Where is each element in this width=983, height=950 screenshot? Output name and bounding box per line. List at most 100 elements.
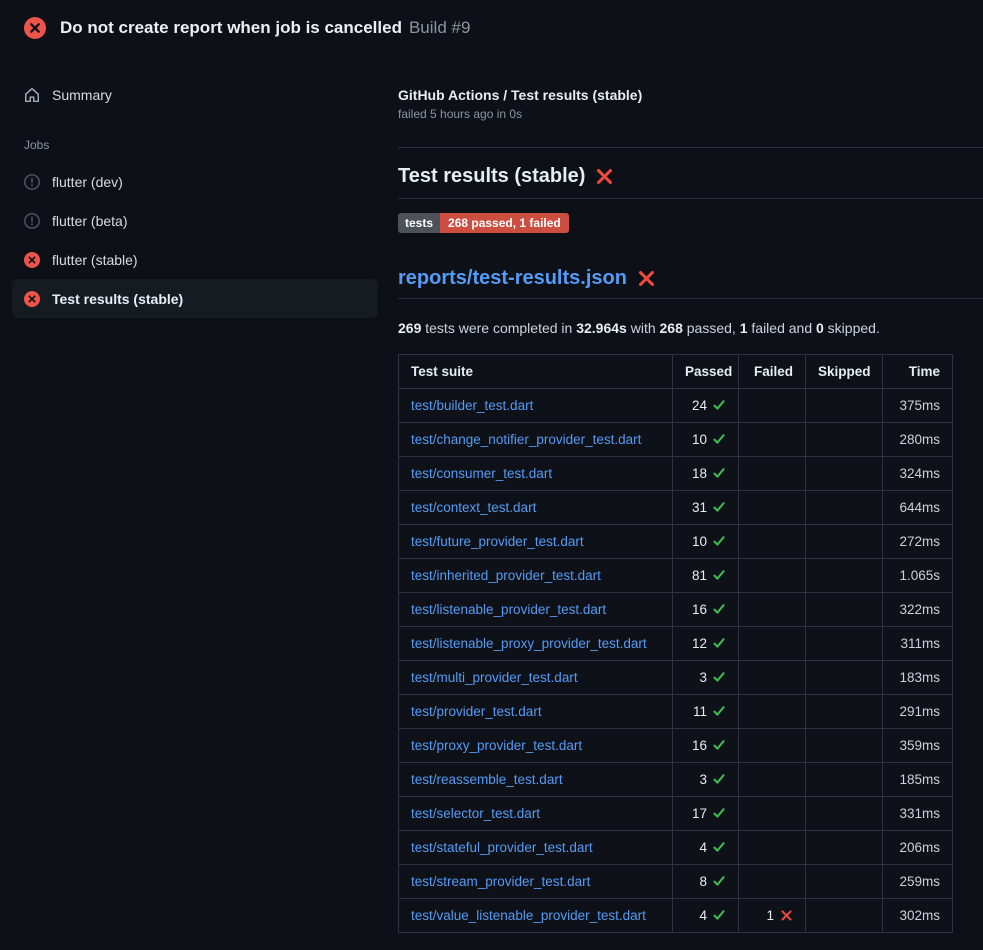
test-suite-link[interactable]: test/value_listenable_provider_test.dart [411,908,646,923]
count-cell: 3 [673,763,739,797]
test-suite-link[interactable]: test/inherited_provider_test.dart [411,568,601,583]
jobs-list: flutter (dev) flutter (beta) flutter (stab… [0,162,390,318]
count-cell: 16 [673,729,739,763]
sidebar-item-label: flutter (beta) [52,213,127,229]
check-icon [712,806,726,820]
report-file-link[interactable]: reports/test-results.json [398,267,627,290]
table-row: test/selector_test.dart17331ms [399,797,953,831]
table-row: test/value_listenable_provider_test.dart… [399,899,953,933]
count-cell [739,593,806,627]
test-suite-link[interactable]: test/multi_provider_test.dart [411,670,578,685]
count-cell [806,797,883,831]
check-icon [712,466,726,480]
check-icon [712,840,726,854]
table-row: test/multi_provider_test.dart3183ms [399,661,953,695]
table-row: test/listenable_proxy_provider_test.dart… [399,627,953,661]
count-cell [806,865,883,899]
count-cell [806,729,883,763]
sidebar-item-flutter-stable[interactable]: flutter (stable) [12,240,378,279]
test-suite-link[interactable]: test/proxy_provider_test.dart [411,738,582,753]
table-row: test/proxy_provider_test.dart16359ms [399,729,953,763]
test-suite-link[interactable]: test/consumer_test.dart [411,466,552,481]
sidebar-item-flutter-beta[interactable]: flutter (beta) [12,201,378,240]
count-cell: 18 [673,457,739,491]
home-icon [24,87,40,103]
test-suite-link[interactable]: test/builder_test.dart [411,398,533,413]
count-value: 24 [692,398,707,413]
check-icon [712,636,726,650]
suite-cell: test/multi_provider_test.dart [399,661,673,695]
count-cell: 4 [673,899,739,933]
sidebar-item-label: flutter (stable) [52,252,138,268]
test-suite-link[interactable]: test/context_test.dart [411,500,536,515]
suite-cell: test/selector_test.dart [399,797,673,831]
count-value: 10 [692,432,707,447]
skipped-count: 0 [816,320,824,336]
table-header-row: Test suite Passed Failed Skipped Time [399,355,953,389]
time-cell: 644ms [883,491,953,525]
suite-cell: test/stateful_provider_test.dart [399,831,673,865]
summary-line: 269 tests were completed in 32.964s with… [398,319,983,337]
time-cell: 375ms [883,389,953,423]
check-icon [712,432,726,446]
count-cell [806,627,883,661]
count-value: 4 [699,840,707,855]
count-cell [739,763,806,797]
test-suite-link[interactable]: test/stream_provider_test.dart [411,874,590,889]
count-value: 31 [692,500,707,515]
check-icon [712,568,726,582]
test-suite-link[interactable]: test/future_provider_test.dart [411,534,584,549]
test-results-table: Test suite Passed Failed Skipped Time te… [398,354,953,933]
neutral-status-icon [24,213,40,229]
table-row: test/reassemble_test.dart 3 185ms [399,763,953,797]
count-cell: 11 [673,695,739,729]
summary-text: failed and [748,320,817,336]
count-value: 4 [699,908,707,923]
time-cell: 291ms [883,695,953,729]
count-value: 11 [693,704,707,719]
count-cell: 1 [739,899,806,933]
count-value: 12 [692,636,707,651]
test-suite-link[interactable]: test/listenable_provider_test.dart [411,602,606,617]
column-header-time: Time [883,355,953,389]
count-value: 1 [766,908,774,923]
tests-badge: tests 268 passed, 1 failed [398,213,569,233]
count-cell [806,389,883,423]
count-cell [739,423,806,457]
test-suite-link[interactable]: test/change_notifier_provider_test.dart [411,432,641,447]
test-suite-link[interactable]: test/selector_test.dart [411,806,540,821]
count-value: 16 [692,738,707,753]
table-row: test/listenable_provider_test.dart16322m… [399,593,953,627]
suite-cell: test/provider_test.dart [399,695,673,729]
summary-text: tests were completed in [421,320,576,336]
summary-text: with [627,320,660,336]
summary-text: passed, [683,320,740,336]
page-title: Do not create report when job is cancell… [60,18,402,38]
time-cell: 280ms [883,423,953,457]
count-value: 16 [692,602,707,617]
count-cell [806,695,883,729]
sidebar-item-flutter-dev[interactable]: flutter (dev) [12,162,378,201]
sidebar-item-test-results-stable[interactable]: Test results (stable) [12,279,378,318]
count-cell: 10 [673,525,739,559]
check-icon [712,874,726,888]
suite-cell: test/reassemble_test.dart [399,763,673,797]
count-cell: 31 [673,491,739,525]
test-suite-link[interactable]: test/listenable_proxy_provider_test.dart [411,636,647,651]
test-suite-link[interactable]: test/stateful_provider_test.dart [411,840,593,855]
sidebar-item-summary[interactable]: Summary [12,74,378,116]
suite-cell: test/future_provider_test.dart [399,525,673,559]
time-cell: 185ms [883,763,953,797]
section-title: Test results (stable) [398,165,983,199]
count-cell: 17 [673,797,739,831]
failed-x-icon [637,269,656,288]
count-cell: 16 [673,593,739,627]
time-cell: 206ms [883,831,953,865]
column-header-failed: Failed [739,355,806,389]
test-suite-link[interactable]: test/provider_test.dart [411,704,542,719]
sidebar: Summary Jobs flutter (dev)flutter (beta)… [0,56,390,318]
test-suite-link[interactable]: test/reassemble_test.dart [411,772,563,787]
report-title: reports/test-results.json [398,267,983,299]
check-icon [712,772,726,786]
count-value: 81 [692,568,707,583]
